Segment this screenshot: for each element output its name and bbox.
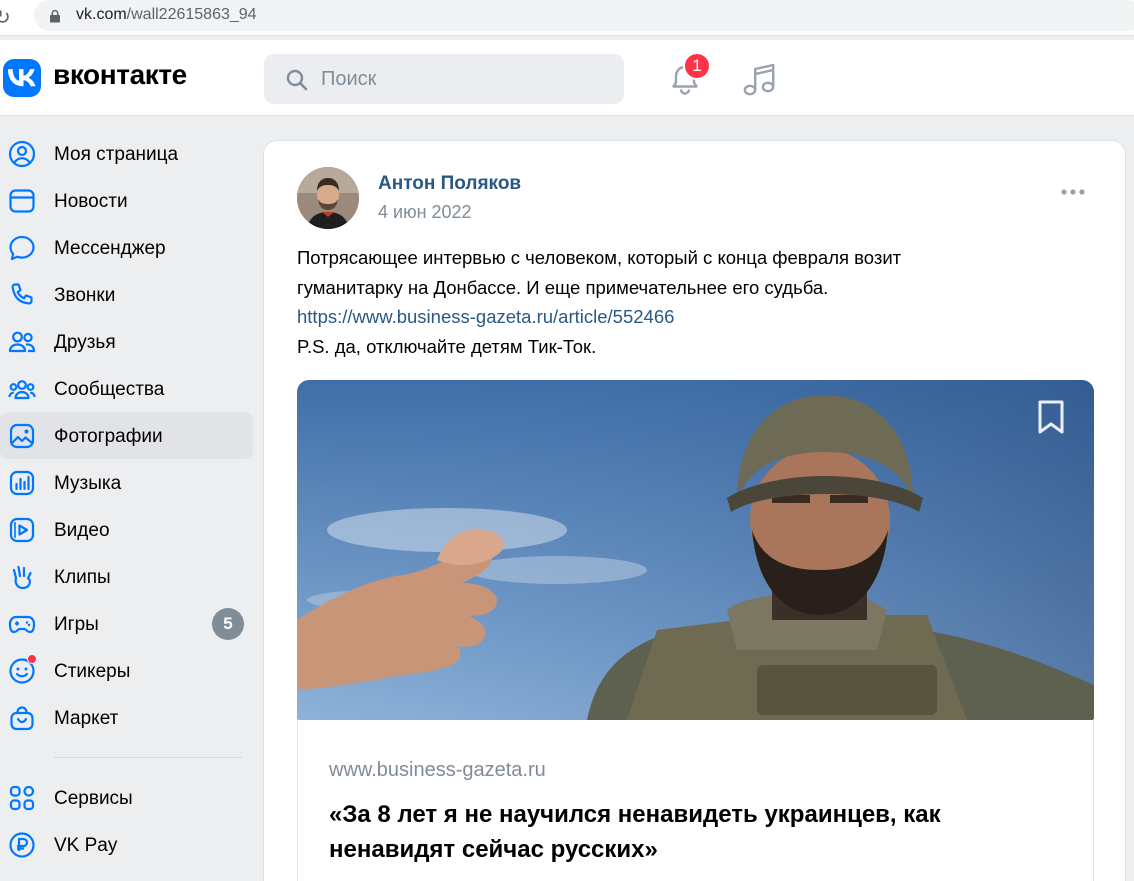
sidebar-item-calls[interactable]: Звонки	[0, 271, 254, 318]
sidebar-item-video[interactable]: Видео	[0, 506, 254, 553]
phone-icon	[11, 283, 33, 305]
search-input[interactable]: Поиск	[264, 54, 624, 104]
sidebar-item-label: Новости	[54, 191, 128, 212]
browser-address-bar: ↻ vk.com/wall22615863_94	[0, 0, 1134, 36]
sidebar-item-label: Мессенджер	[54, 238, 166, 259]
post-ps-text: P.S. да, отключайте детям Тик-Ток.	[297, 335, 597, 357]
sidebar-item-label: Звонки	[54, 285, 116, 306]
sidebar-item-market[interactable]: Маркет	[0, 694, 254, 741]
url-domain: vk.com	[76, 6, 127, 23]
lock-icon[interactable]	[48, 9, 62, 23]
sidebar-item-label: VK Pay	[54, 835, 118, 856]
sidebar-item-my-page[interactable]: Моя страница	[0, 130, 254, 177]
post-text-line: Потрясающее интервью с человеком, которы…	[297, 247, 902, 268]
sidebar-item-label: Сервисы	[54, 788, 133, 809]
post-text-line: гуманитарку на Донбассе. И еще примечате…	[297, 276, 829, 298]
url-text[interactable]: vk.com/wall22615863_94	[76, 6, 257, 24]
sidebar-item-games[interactable]: Игры 5	[0, 600, 254, 647]
vk-logo-icon[interactable]	[3, 59, 41, 97]
vkpay-icon	[9, 832, 35, 858]
post-date[interactable]: 4 июн 2022	[378, 202, 472, 223]
sidebar-item-communities[interactable]: Сообщества	[0, 365, 254, 412]
news-icon	[9, 189, 35, 213]
sidebar-item-label: Игры	[54, 614, 99, 635]
sidebar-item-label: Сообщества	[54, 379, 165, 400]
bookmark-icon[interactable]	[1034, 398, 1068, 436]
sidebar-item-stickers[interactable]: Стикеры	[0, 647, 254, 694]
link-preview[interactable]: www.business-gazeta.ru «За 8 лет я не на…	[297, 719, 1094, 881]
sidebar-item-label: Моя страница	[54, 144, 179, 165]
sidebar-item-label: Видео	[54, 520, 110, 541]
search-icon	[286, 69, 308, 91]
sidebar-item-label: Клипы	[54, 567, 111, 588]
sidebar-item-music[interactable]: Музыка	[0, 459, 254, 506]
video-icon	[9, 517, 35, 543]
friends-icon	[8, 331, 36, 353]
site-header: вконтакте Поиск	[0, 40, 1134, 116]
sidebar-item-friends[interactable]: Друзья	[0, 318, 254, 365]
sidebar-divider	[54, 757, 242, 758]
sidebar-item-label: Друзья	[54, 332, 116, 353]
sidebar-item-label: Маркет	[54, 708, 119, 729]
sidebar-item-photos[interactable]: Фотографии	[0, 412, 254, 459]
link-preview-domain: www.business-gazeta.ru	[329, 759, 546, 781]
notifications-badge: 1	[683, 52, 711, 80]
attachment-image[interactable]	[297, 380, 1094, 720]
sidebar-item-clips[interactable]: Клипы	[0, 553, 254, 600]
post-link[interactable]: https://www.business-gazeta.ru/article/5…	[297, 306, 674, 327]
reload-icon[interactable]: ↻	[0, 5, 11, 29]
gamepad-icon	[8, 615, 36, 634]
post-author-name[interactable]: Антон Поляков	[378, 173, 521, 195]
sidebar-item-news[interactable]: Новости	[0, 177, 254, 224]
stickers-new-dot	[27, 654, 37, 664]
message-icon	[9, 235, 35, 261]
sidebar-item-services[interactable]: Сервисы	[0, 774, 254, 821]
link-preview-title[interactable]: «За 8 лет я не научился ненавидеть украи…	[329, 797, 1049, 867]
site-logo-text[interactable]: вконтакте	[53, 59, 187, 91]
clips-icon	[12, 565, 32, 590]
photo-icon	[9, 423, 35, 449]
market-icon	[10, 706, 34, 731]
sidebar-item-label: Фотографии	[54, 426, 163, 447]
music-icon	[9, 470, 35, 496]
sidebar-item-label: Стикеры	[54, 661, 131, 682]
services-icon	[9, 785, 35, 811]
search-placeholder: Поиск	[321, 68, 377, 90]
post-text: Потрясающее интервью с человеком, которы…	[297, 243, 1097, 361]
music-player-icon[interactable]	[742, 62, 776, 98]
games-count-badge: 5	[212, 608, 244, 640]
left-sidebar: Моя страница Новости Мессенджер Звонки Д…	[0, 130, 254, 868]
user-circle-icon	[8, 140, 36, 168]
communities-icon	[8, 380, 36, 400]
more-options-icon[interactable]	[1060, 186, 1086, 198]
url-path: /wall22615863_94	[126, 6, 257, 23]
author-avatar[interactable]	[297, 167, 359, 229]
sidebar-item-vkpay[interactable]: VK Pay	[0, 821, 254, 868]
sidebar-item-label: Музыка	[54, 473, 122, 494]
sidebar-item-messenger[interactable]: Мессенджер	[0, 224, 254, 271]
wall-post: Антон Поляков 4 июн 2022 Потрясающее инт…	[263, 140, 1126, 881]
